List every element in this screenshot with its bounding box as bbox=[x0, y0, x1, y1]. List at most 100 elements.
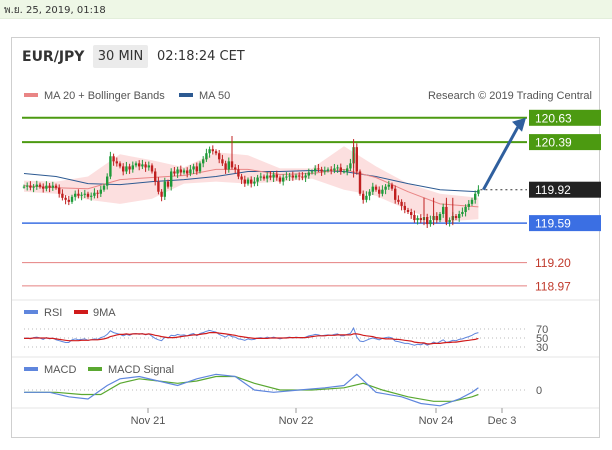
candle bbox=[90, 195, 93, 197]
level-label-119.92: 119.92 bbox=[535, 183, 571, 197]
legend-swatch-macd bbox=[24, 367, 38, 371]
candle bbox=[157, 181, 160, 192]
candle bbox=[467, 203, 470, 207]
candle bbox=[38, 184, 42, 187]
candle bbox=[307, 172, 310, 176]
candle bbox=[160, 191, 163, 197]
candle bbox=[394, 188, 397, 200]
candle bbox=[400, 201, 403, 206]
candle bbox=[128, 166, 131, 170]
candle bbox=[378, 189, 381, 194]
candle bbox=[42, 186, 45, 189]
candle bbox=[384, 186, 387, 190]
candle bbox=[262, 176, 266, 179]
candle bbox=[205, 153, 208, 160]
candle bbox=[253, 181, 256, 184]
candle bbox=[131, 165, 134, 170]
candle bbox=[246, 179, 250, 184]
attribution-text: Research © 2019 Trading Central bbox=[428, 90, 592, 102]
candle bbox=[477, 189, 480, 194]
candle bbox=[387, 184, 390, 187]
level-label-119.59: 119.59 bbox=[535, 217, 571, 231]
candle bbox=[278, 177, 282, 182]
candle bbox=[349, 163, 352, 169]
level-label-120.63: 120.63 bbox=[535, 111, 572, 125]
candle bbox=[272, 174, 275, 178]
candle bbox=[304, 175, 307, 178]
candle bbox=[74, 193, 77, 197]
x-tick-label: Dec 3 bbox=[488, 415, 517, 427]
candle bbox=[122, 166, 125, 172]
x-tick-label: Nov 22 bbox=[279, 415, 314, 427]
candle bbox=[301, 176, 304, 178]
legend-swatch-macd-signal bbox=[88, 367, 102, 371]
candle bbox=[170, 171, 173, 187]
candle bbox=[221, 159, 224, 164]
candle bbox=[179, 169, 182, 173]
candle bbox=[118, 163, 122, 167]
candle bbox=[96, 192, 99, 194]
candle bbox=[218, 153, 221, 160]
candle bbox=[256, 177, 259, 182]
candle bbox=[192, 166, 195, 170]
price-chart: MA 20 + Bollinger Bands MA 50 Research © 2… bbox=[12, 90, 601, 427]
candle bbox=[470, 199, 474, 204]
candle bbox=[326, 169, 330, 171]
legend-label-ma20: MA 20 + Bollinger Bands bbox=[44, 90, 165, 102]
candle bbox=[438, 214, 442, 221]
candle bbox=[362, 193, 365, 200]
candle bbox=[429, 220, 432, 225]
candle bbox=[214, 151, 218, 154]
candle bbox=[288, 175, 291, 177]
candle bbox=[435, 216, 438, 221]
candle bbox=[102, 185, 106, 190]
candle bbox=[390, 184, 394, 189]
candle bbox=[371, 186, 374, 192]
candle bbox=[93, 192, 96, 196]
rsi-level-label: 30 bbox=[536, 342, 548, 354]
candle bbox=[448, 220, 451, 223]
candle bbox=[58, 187, 61, 194]
candle bbox=[416, 218, 419, 221]
candle bbox=[99, 189, 102, 194]
candle bbox=[202, 159, 205, 164]
candle bbox=[195, 166, 198, 172]
candle bbox=[67, 199, 70, 202]
candle bbox=[176, 169, 179, 174]
legend-swatch-rsi-ma bbox=[74, 310, 88, 314]
candle bbox=[154, 171, 157, 182]
candle bbox=[182, 170, 186, 173]
candle bbox=[64, 197, 67, 200]
candle bbox=[426, 217, 429, 225]
candle bbox=[266, 175, 269, 179]
candle bbox=[403, 205, 406, 210]
candle bbox=[250, 179, 253, 184]
candle bbox=[474, 193, 477, 200]
candle bbox=[112, 156, 115, 162]
candle bbox=[358, 171, 362, 194]
legend-swatch-rsi bbox=[24, 310, 38, 314]
candle bbox=[224, 163, 227, 170]
candle bbox=[48, 185, 51, 188]
candle bbox=[442, 206, 445, 215]
candle bbox=[413, 215, 416, 221]
candle bbox=[237, 169, 240, 177]
candle bbox=[294, 175, 298, 178]
candle bbox=[368, 191, 371, 196]
candle bbox=[109, 156, 112, 177]
candle bbox=[32, 186, 35, 188]
candle bbox=[374, 186, 378, 190]
candle bbox=[173, 171, 176, 174]
rsi-line bbox=[23, 326, 479, 346]
candle bbox=[323, 170, 326, 172]
candle bbox=[243, 179, 246, 184]
candle bbox=[346, 168, 349, 172]
x-tick-label: Nov 21 bbox=[131, 415, 166, 427]
candle bbox=[80, 194, 83, 196]
level-label-119.20: 119.20 bbox=[535, 256, 571, 270]
candle bbox=[458, 214, 461, 219]
candle bbox=[150, 165, 154, 172]
candle bbox=[282, 177, 285, 182]
candle bbox=[330, 169, 333, 171]
level-label-118.97: 118.97 bbox=[535, 279, 571, 293]
